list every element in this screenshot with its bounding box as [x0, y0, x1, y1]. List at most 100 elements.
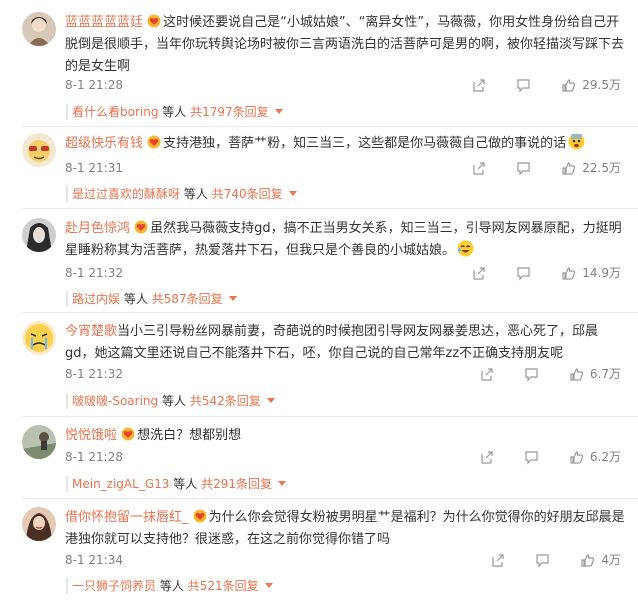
thumbs-up-icon[interactable]	[569, 367, 584, 382]
reply-count[interactable]: 共1797条回复	[190, 105, 269, 119]
comment-time: 8-1 21:32	[65, 266, 123, 280]
comment-username[interactable]: 赴月色惊鸿	[65, 221, 130, 236]
comment-icon[interactable]	[516, 78, 531, 93]
thumbs-up-icon[interactable]	[561, 78, 576, 93]
comment-username[interactable]: 蓝蓝蓝蓝蓝廷	[65, 15, 143, 30]
chevron-down-icon[interactable]	[288, 191, 297, 196]
share-icon[interactable]	[479, 367, 494, 382]
reply-count[interactable]: 共521条回复	[188, 579, 259, 593]
comment-icon[interactable]	[524, 367, 539, 382]
comment-text-block: 超级快乐有钱 支持港独，菩萨艹粉，知三当三，这些都是你马薇薇自己做的事说的话	[65, 133, 625, 155]
comment-username[interactable]: 今宵楚歌	[65, 324, 117, 339]
comment-time: 8-1 21:34	[65, 553, 123, 567]
reply-divider-bar	[66, 186, 68, 202]
reply-username[interactable]: 看什么看boring	[72, 105, 158, 119]
divider	[22, 312, 638, 313]
comment-actions: 6.2万	[449, 448, 621, 466]
comment-icon[interactable]	[535, 553, 550, 568]
avatar[interactable]	[22, 12, 56, 46]
reply-mid-text: 等人	[161, 394, 186, 408]
reply-summary[interactable]: Mein_zigAL_G13 等人 共291条回复	[72, 474, 286, 494]
avatar[interactable]	[22, 321, 56, 355]
comment-icon[interactable]	[516, 266, 531, 281]
fearful-emoji-icon	[568, 133, 585, 150]
reply-username[interactable]: 一只狮子饲养员	[72, 579, 156, 593]
avatar[interactable]	[22, 133, 56, 167]
share-icon[interactable]	[479, 450, 494, 465]
comment-username[interactable]: 悦悦饿啦	[65, 428, 117, 443]
reply-mid-text: 等人	[159, 579, 184, 593]
comment-actions: 4万	[460, 551, 621, 569]
chevron-down-icon[interactable]	[277, 481, 286, 486]
share-icon[interactable]	[490, 553, 505, 568]
reply-count[interactable]: 共542条回复	[190, 394, 261, 408]
comment-time: 8-1 21:28	[65, 78, 123, 92]
comment-actions: 14.9万	[441, 264, 621, 282]
share-icon[interactable]	[471, 266, 486, 281]
thumbs-up-icon[interactable]	[561, 161, 576, 176]
reply-username[interactable]: Mein_zigAL_G13	[72, 477, 169, 491]
comment-meta: 8-1 21:31 22.5万	[65, 159, 625, 177]
thumbs-up-icon[interactable]	[561, 266, 576, 281]
avatar[interactable]	[22, 218, 56, 252]
reply-username[interactable]: 是过过喜欢的酥酥呀	[72, 187, 180, 201]
reply-summary[interactable]: 路过内娱 等人 共587条回复	[72, 289, 237, 309]
thumbs-up-icon[interactable]	[580, 553, 595, 568]
avatar[interactable]	[22, 425, 56, 459]
chevron-down-icon[interactable]	[228, 296, 237, 301]
reply-count[interactable]: 共587条回复	[152, 292, 223, 306]
reply-divider-bar	[66, 476, 68, 492]
reply-summary[interactable]: 一只狮子饲养员 等人 共521条回复	[72, 576, 273, 596]
vip-heart-badge-icon	[147, 14, 162, 28]
divider	[22, 416, 638, 417]
like-count: 6.2万	[589, 450, 621, 464]
comment-time: 8-1 21:32	[65, 367, 123, 381]
comment-actions: 29.5万	[441, 76, 621, 94]
like-count: 14.9万	[582, 266, 621, 280]
comment-icon[interactable]	[524, 450, 539, 465]
vip-heart-badge-icon	[193, 509, 208, 523]
reply-divider-bar	[66, 104, 68, 120]
comment-username[interactable]: 借你怀抱留一抹唇红_	[65, 510, 189, 525]
share-icon[interactable]	[471, 78, 486, 93]
comment-icon[interactable]	[516, 161, 531, 176]
comment-meta: 8-1 21:32 6.7万	[65, 365, 625, 383]
comment-username[interactable]: 超级快乐有钱	[65, 136, 143, 151]
like-count: 22.5万	[582, 161, 621, 175]
reply-divider-bar	[66, 291, 68, 307]
comment-text-block: 蓝蓝蓝蓝蓝廷 这时候还要说自己是“小城姑娘”、“离异女性”，马薇薇，你用女性身份…	[65, 12, 625, 78]
reply-divider-bar	[66, 578, 68, 594]
comment-text-block: 今宵楚歌当小三引导粉丝网暴前妻，奇葩说的时候抱团引导网友网暴姜思达，恶心死了，邱…	[65, 321, 625, 365]
share-icon[interactable]	[471, 161, 486, 176]
reply-username[interactable]: 路过内娱	[72, 292, 120, 306]
reply-divider-bar	[66, 393, 68, 409]
comment-actions: 22.5万	[441, 159, 621, 177]
like-count: 6.7万	[589, 367, 621, 381]
comment-actions: 6.7万	[449, 365, 621, 383]
chevron-down-icon[interactable]	[266, 398, 275, 403]
avatar[interactable]	[22, 507, 56, 541]
thumbs-up-icon[interactable]	[569, 450, 584, 465]
divider	[22, 126, 638, 127]
reply-count[interactable]: 共291条回复	[201, 477, 272, 491]
reply-mid-text: 等人	[162, 105, 187, 119]
reply-mid-text: 等人	[173, 477, 198, 491]
chevron-down-icon[interactable]	[274, 109, 283, 114]
reply-summary[interactable]: 是过过喜欢的酥酥呀 等人 共740条回复	[72, 184, 297, 204]
comment-meta: 8-1 21:28 6.2万	[65, 448, 625, 466]
vip-heart-badge-icon	[147, 135, 162, 149]
like-count: 29.5万	[582, 78, 621, 92]
reply-username[interactable]: 啵啵啵-Soaring	[72, 394, 158, 408]
comment-meta: 8-1 21:32 14.9万	[65, 264, 625, 282]
reply-summary[interactable]: 看什么看boring 等人 共1797条回复	[72, 102, 283, 122]
vip-heart-badge-icon	[134, 220, 149, 234]
chevron-down-icon[interactable]	[264, 583, 273, 588]
comment-text-block: 借你怀抱留一抹唇红_ 为什么你会觉得女粉被男明星艹是福利？为什么你觉得你的好朋友…	[65, 507, 625, 551]
comment-time: 8-1 21:31	[65, 161, 123, 175]
like-count: 4万	[601, 553, 621, 567]
comment-body: 当小三引导粉丝网暴前妻，奇葩说的时候抱团引导网友网暴姜思达，恶心死了，邱晨gd，…	[65, 324, 599, 361]
reply-count[interactable]: 共740条回复	[212, 187, 283, 201]
reply-summary[interactable]: 啵啵啵-Soaring 等人 共542条回复	[72, 391, 275, 411]
comment-meta: 8-1 21:34 4万	[65, 551, 625, 569]
reply-mid-text: 等人	[123, 292, 148, 306]
